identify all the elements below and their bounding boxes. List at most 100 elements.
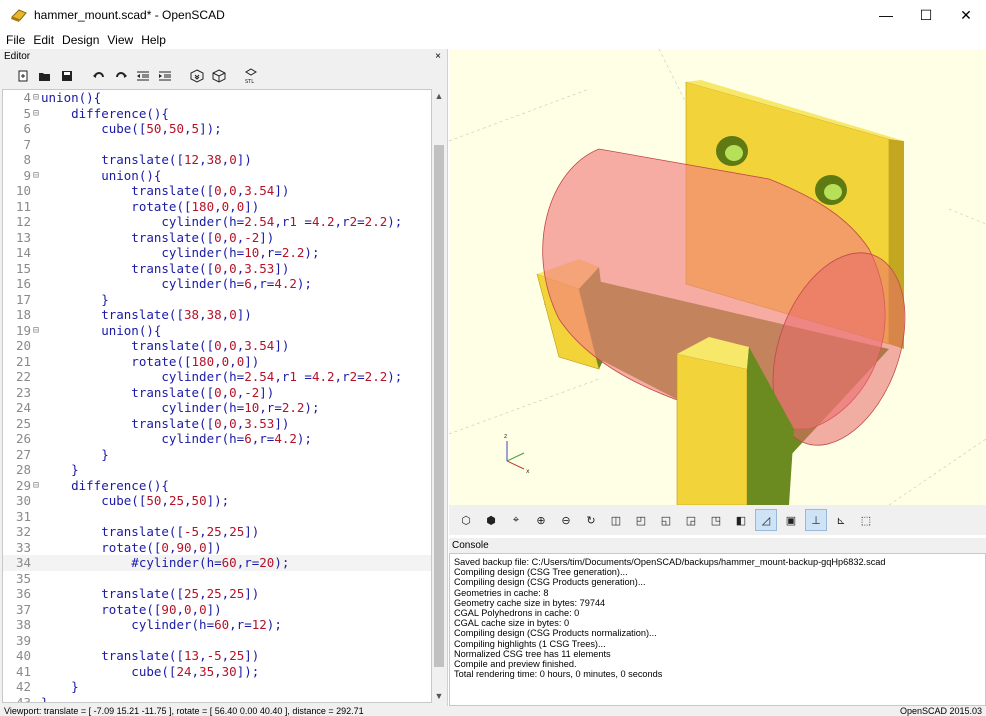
fold-marker-icon[interactable]: ⊟ [33,106,39,122]
code-line[interactable]: 8 translate([12,38,0]) [3,152,431,168]
save-icon[interactable] [58,67,76,85]
editor-close-button[interactable]: × [435,51,441,62]
code-line[interactable]: 24 cylinder(h=10,r=2.2); [3,400,431,416]
right-view-icon[interactable]: ◫ [605,509,627,531]
code-line[interactable]: 26 cylinder(h=6,r=4.2); [3,431,431,447]
minimize-button[interactable]: — [866,0,906,30]
code-line[interactable]: 27 } [3,447,431,463]
code-line[interactable]: 19 ⊟ union(){ [3,323,431,339]
svg-text:STL: STL [245,79,254,84]
render-icon[interactable]: ⬡ [455,509,477,531]
code-line[interactable]: 13 translate([0,0,-2]) [3,230,431,246]
menu-help[interactable]: Help [141,33,166,47]
preview-icon[interactable]: ⬢ [480,509,502,531]
code-line[interactable]: 42 } [3,679,431,695]
code-line[interactable]: 39 [3,633,431,649]
menu-file[interactable]: File [6,33,25,47]
zoom-in-icon[interactable]: ⊕ [530,509,552,531]
code-line[interactable]: 22 cylinder(h=2.54,r1 =4.2,r2=2.2); [3,369,431,385]
code-line[interactable]: 25 translate([0,0,3.53]) [3,416,431,432]
left-view-icon[interactable]: ◲ [680,509,702,531]
code-line[interactable]: 36 translate([25,25,25]) [3,586,431,602]
redo-icon[interactable] [112,67,130,85]
console-line: Geometry cache size in bytes: 79744 [454,597,606,608]
code-line[interactable]: 4 ⊟ union(){ [3,90,431,106]
view-all-icon[interactable]: ⌖ [505,509,527,531]
code-line[interactable]: 40 translate([13,-5,25]) [3,648,431,664]
indent-icon[interactable] [156,67,174,85]
fold-marker-icon[interactable]: ⊟ [33,90,39,106]
code-text: cube([50,25,50]); [41,493,230,508]
code-line[interactable]: 14 cylinder(h=10,r=2.2); [3,245,431,261]
3d-viewport[interactable]: z x [449,49,986,505]
undo-icon[interactable] [90,67,108,85]
code-text: union(){ [41,90,102,105]
menu-design[interactable]: Design [62,33,99,47]
code-text: union(){ [41,167,162,183]
code-line[interactable]: 5 ⊟ difference(){ [3,106,431,122]
code-text: #cylinder(h=60,r=20); [41,555,290,570]
front-view-icon[interactable]: ◳ [705,509,727,531]
show-axes-icon[interactable]: ⊥ [805,509,827,531]
code-line[interactable]: 29 ⊟ difference(){ [3,478,431,494]
code-line[interactable]: 9 ⊟ union(){ [3,168,431,184]
unindent-icon[interactable] [134,67,152,85]
code-line[interactable]: 16 cylinder(h=6,r=4.2); [3,276,431,292]
close-window-button[interactable]: ✕ [946,0,986,30]
zoom-out-icon[interactable]: ⊖ [555,509,577,531]
editor-scroll-thumb[interactable] [434,145,444,667]
code-line[interactable]: 41 cube([24,35,30]); [3,664,431,680]
code-line[interactable]: 10 translate([0,0,3.54]) [3,183,431,199]
fold-marker-icon[interactable]: ⊟ [33,478,39,494]
line-number: 8 [23,152,31,167]
new-icon[interactable] [14,67,32,85]
code-editor[interactable]: 4 ⊟ union(){5 ⊟ difference(){6 cube([50,50,… [2,89,432,703]
menu-view[interactable]: View [107,33,133,47]
code-line[interactable]: 18 translate([38,38,0]) [3,307,431,323]
show-edges-icon[interactable]: ⬚ [855,509,877,531]
render-icon[interactable] [210,67,228,85]
show-scale-icon[interactable]: ⊾ [830,509,852,531]
export-stl-icon[interactable]: STL [242,67,260,85]
code-line[interactable]: 7 [3,137,431,153]
reset-view-icon[interactable]: ↻ [580,509,602,531]
code-line[interactable]: 17 } [3,292,431,308]
console-output: Saved backup file: C:/Users/tim/Document… [449,553,986,706]
perspective-icon[interactable]: ◿ [755,509,777,531]
code-line[interactable]: 34 #cylinder(h=60,r=20); [3,555,431,571]
line-number: 17 [15,291,31,307]
bottom-view-icon[interactable]: ◱ [655,509,677,531]
line-number: 20 [15,338,31,353]
code-line[interactable]: 11 rotate([180,0,0]) [3,199,431,215]
code-line[interactable]: 15 translate([0,0,3.53]) [3,261,431,277]
code-line[interactable]: 21 rotate([180,0,0]) [3,354,431,370]
code-line[interactable]: 23 translate([0,0,-2]) [3,385,431,401]
line-number: 4 [23,90,31,105]
fold-marker-icon[interactable]: ⊟ [33,168,39,184]
code-line[interactable]: 35 [3,571,431,587]
open-icon[interactable] [36,67,54,85]
maximize-button[interactable]: ☐ [906,0,946,30]
code-line[interactable]: 12 cylinder(h=2.54,r1 =4.2,r2=2.2); [3,214,431,230]
code-line[interactable]: 37 rotate([90,0,0]) [3,602,431,618]
scroll-down-icon[interactable]: ▼ [432,689,446,703]
menu-edit[interactable]: Edit [33,33,54,47]
code-line[interactable]: 32 translate([-5,25,25]) [3,524,431,540]
code-line[interactable]: 28 } [3,462,431,478]
code-line[interactable]: 20 translate([0,0,3.54]) [3,338,431,354]
fold-marker-icon[interactable]: ⊟ [33,323,39,339]
code-text: translate([0,0,3.53]) [41,415,290,431]
back-view-icon[interactable]: ◧ [730,509,752,531]
scroll-up-icon[interactable]: ▲ [432,89,446,103]
preview-icon[interactable] [188,67,206,85]
top-view-icon[interactable]: ◰ [630,509,652,531]
editor-scrollbar[interactable]: ▲ ▼ [432,89,446,703]
code-line[interactable]: 43} [3,695,431,703]
code-line[interactable]: 33 rotate([0,90,0]) [3,540,431,556]
code-line[interactable]: 31 [3,509,431,525]
code-line[interactable]: 30 cube([50,25,50]); [3,493,431,509]
console-line: Compiling design (CSG Products normaliza… [454,628,657,639]
orthogonal-icon[interactable]: ▣ [780,509,802,531]
code-line[interactable]: 6 cube([50,50,5]); [3,121,431,137]
code-line[interactable]: 38 cylinder(h=60,r=12); [3,617,431,633]
